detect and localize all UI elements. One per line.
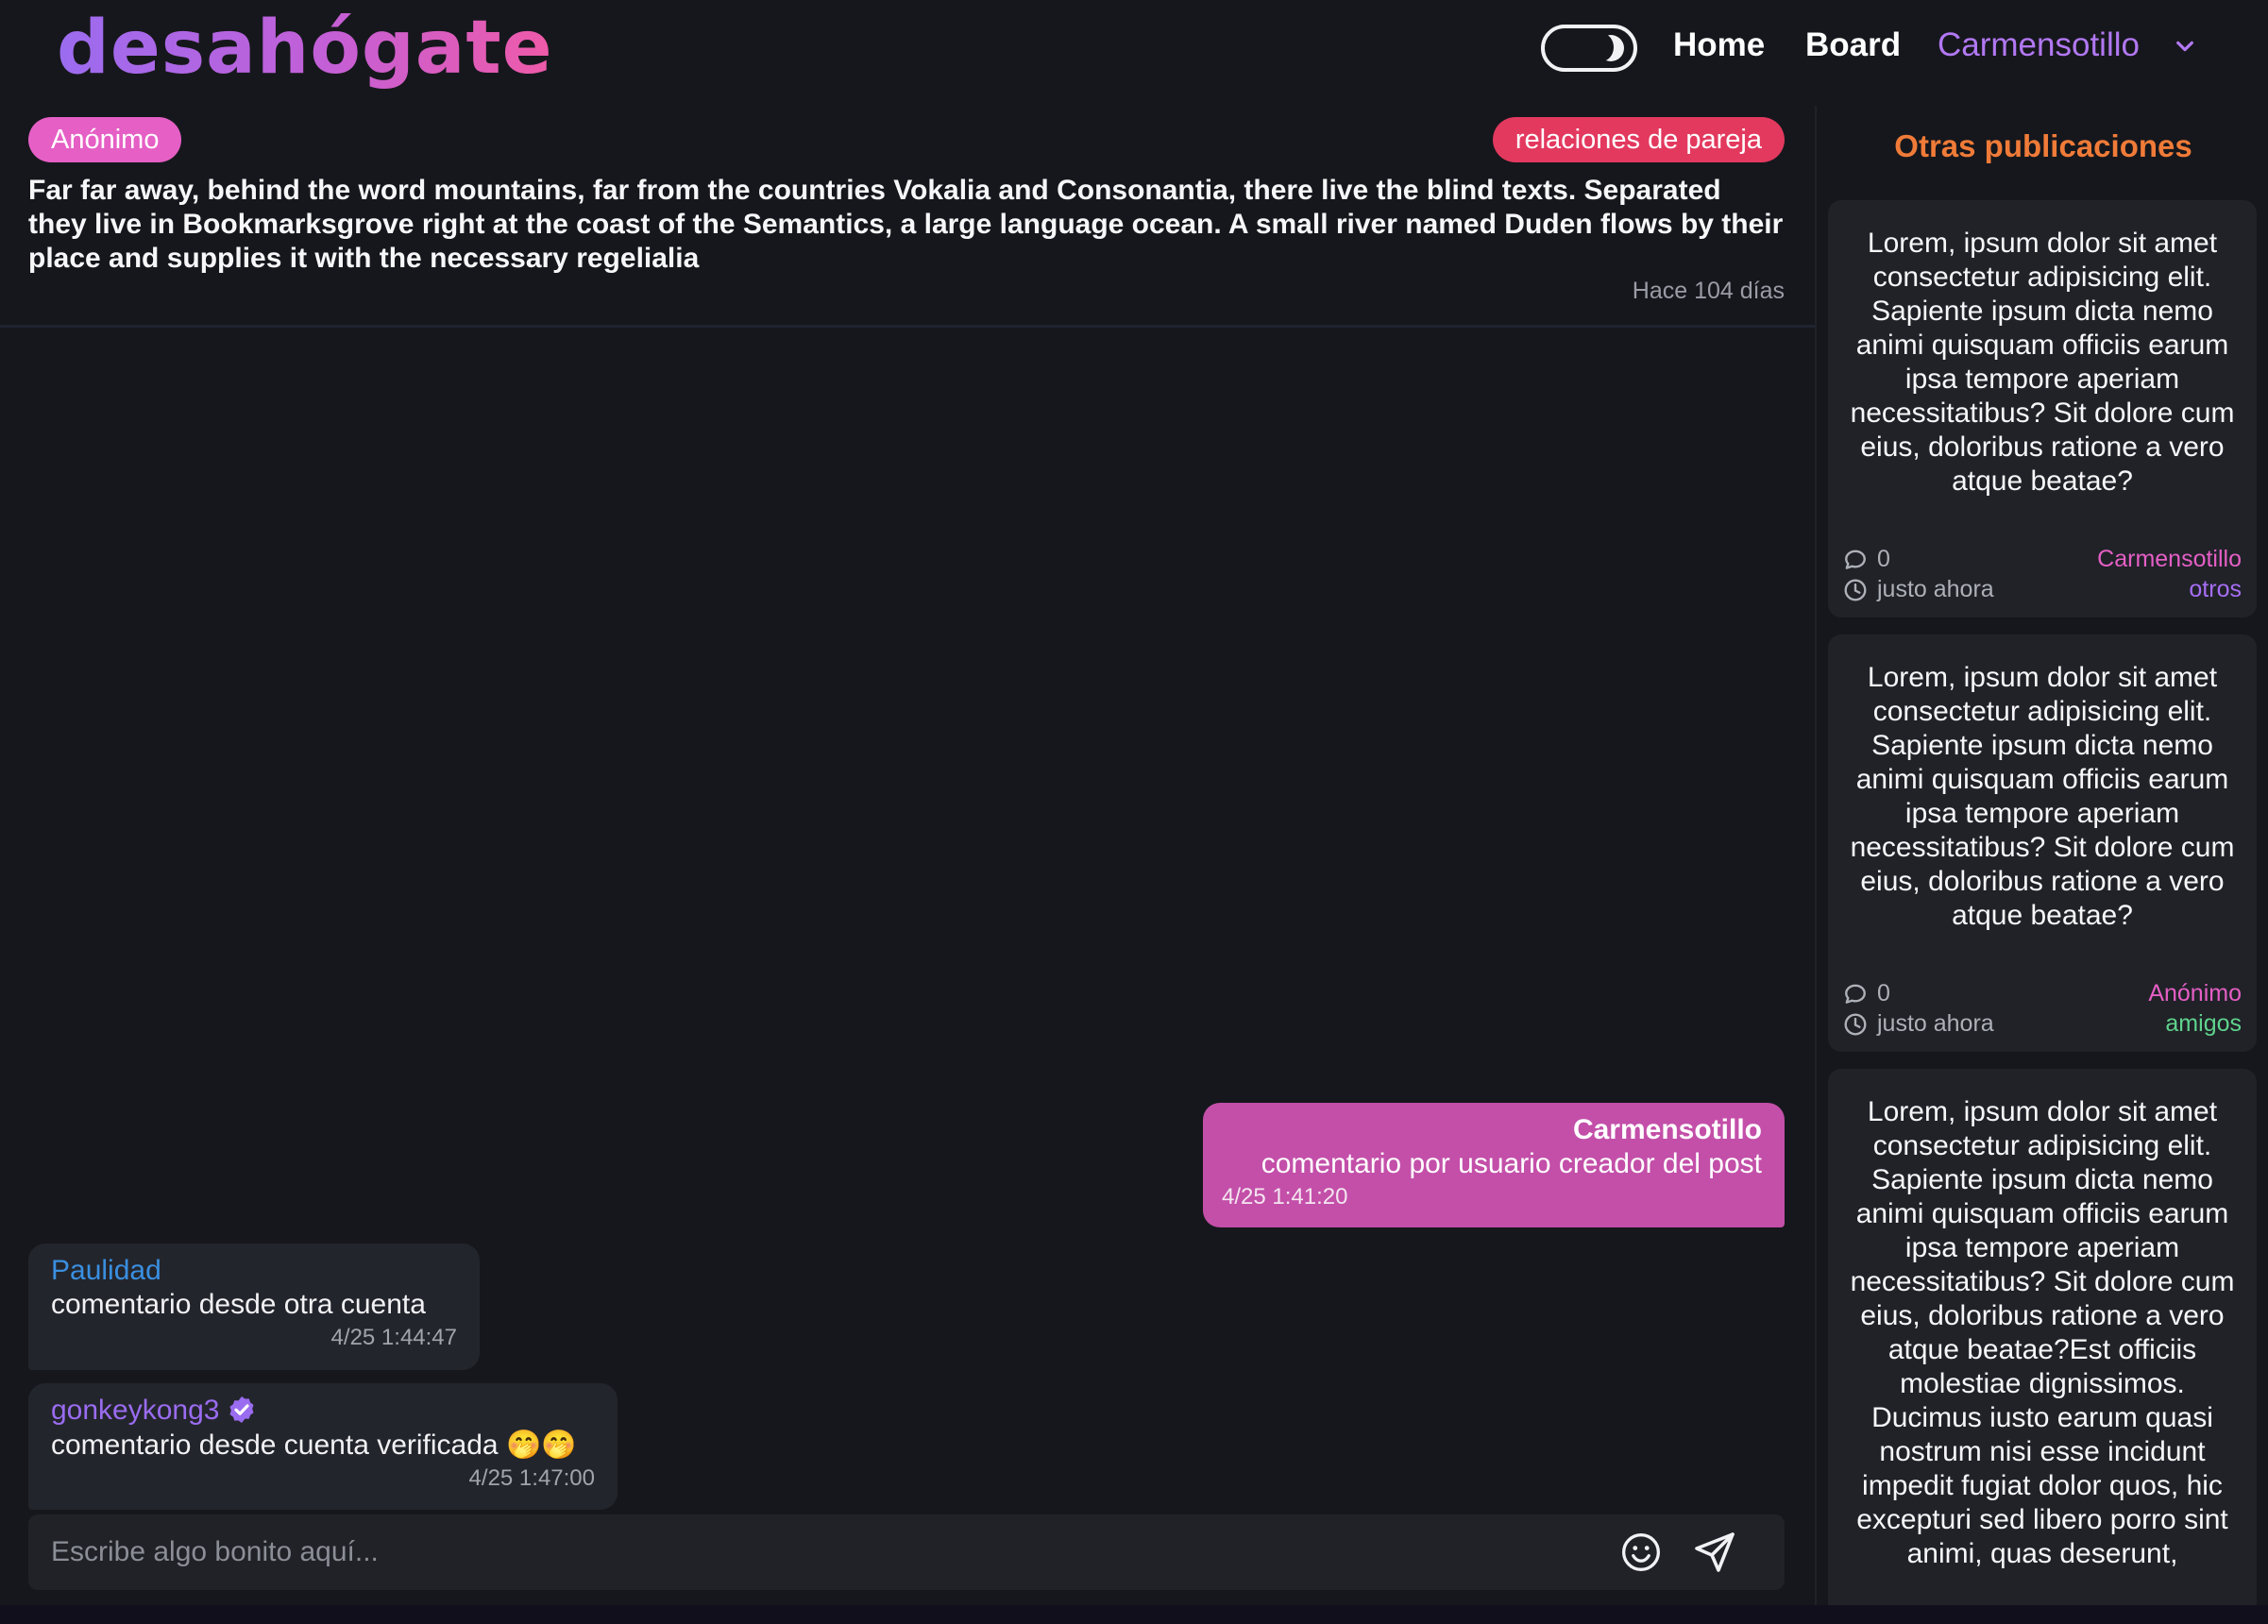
card-meta: 0 justo ahora Anónimo amigos [1843, 978, 2242, 1040]
post-author-badge: Anónimo [28, 117, 182, 162]
moon-icon [1589, 33, 1624, 61]
comment-author[interactable]: gonkeykong3 [51, 1395, 219, 1426]
page-bottom-edge [0, 1605, 2268, 1624]
app-logo[interactable]: desahógate [57, 6, 553, 91]
comment-author[interactable]: Paulidad [51, 1255, 457, 1287]
sidebar-post-card[interactable]: Lorem, ipsum dolor sit amet consectetur … [1828, 634, 2257, 1052]
smiley-icon[interactable] [1620, 1531, 1662, 1573]
theme-toggle[interactable] [1541, 25, 1637, 72]
chevron-down-icon[interactable] [2175, 36, 2195, 57]
post-timestamp: Hace 104 días [1632, 278, 1785, 304]
sidebar-post-card[interactable]: Lorem, ipsum dolor sit amet consectetur … [1828, 1069, 2257, 1624]
card-author[interactable]: Carmensotillo [2097, 544, 2242, 574]
comment-author-row: gonkeykong3 [51, 1395, 595, 1427]
card-category[interactable]: amigos [2165, 1008, 2242, 1039]
card-text: Lorem, ipsum dolor sit amet consectetur … [1850, 228, 2235, 497]
send-icon[interactable] [1692, 1530, 1737, 1575]
clock-icon [1844, 1013, 1867, 1036]
sidebar-divider [1815, 106, 1817, 1607]
comment-timestamp: 4/25 1:41:20 [1222, 1184, 1348, 1210]
card-meta: 0 justo ahora Carmensotillo otros [1843, 544, 2242, 606]
top-navbar: desahógate Home Board Carmensotillo [0, 0, 2268, 106]
sidebar-title: Otras publicaciones [1894, 128, 2192, 163]
card-text: Lorem, ipsum dolor sit amet consectetur … [1850, 1096, 2235, 1569]
comment-text: comentario desde otra cuenta [51, 1289, 426, 1320]
comment-timestamp: 4/25 1:47:00 [468, 1465, 595, 1491]
comment-text: comentario desde cuenta verificada 🤭🤭 [51, 1429, 577, 1461]
card-author[interactable]: Anónimo [2148, 978, 2242, 1008]
comment-bubble-own: Carmensotillo comentario por usuario cre… [1203, 1103, 1785, 1227]
comment-timestamp: 4/25 1:44:47 [330, 1325, 457, 1350]
comment-bubble: gonkeykong3 comentario desde cuenta veri… [28, 1383, 618, 1510]
card-text: Lorem, ipsum dolor sit amet consectetur … [1850, 662, 2235, 931]
comment-author[interactable]: Carmensotillo [1226, 1114, 1762, 1146]
post-detail: Anónimo relaciones de pareja Far far awa… [0, 106, 1815, 1607]
nav-board-link[interactable]: Board [1805, 26, 1901, 64]
comment-bubble: Paulidad comentario desde otra cuenta 4/… [28, 1243, 480, 1370]
clock-icon [1844, 579, 1867, 601]
nav-home-link[interactable]: Home [1673, 26, 1765, 64]
verified-badge-icon [229, 1396, 255, 1423]
comment-icon [1845, 984, 1866, 1004]
post-category-badge[interactable]: relaciones de pareja [1492, 117, 1785, 162]
comment-composer [28, 1514, 1785, 1590]
comment-text: comentario por usuario creador del post [1261, 1148, 1762, 1179]
card-category[interactable]: otros [2189, 574, 2242, 604]
comment-input[interactable] [51, 1514, 1599, 1590]
post-body: Far far away, behind the word mountains,… [28, 175, 1784, 274]
user-menu-button[interactable]: Carmensotillo [1938, 26, 2140, 64]
post-divider [0, 325, 1815, 328]
comment-icon [1845, 550, 1866, 569]
sidebar-post-card[interactable]: Lorem, ipsum dolor sit amet consectetur … [1828, 200, 2257, 617]
